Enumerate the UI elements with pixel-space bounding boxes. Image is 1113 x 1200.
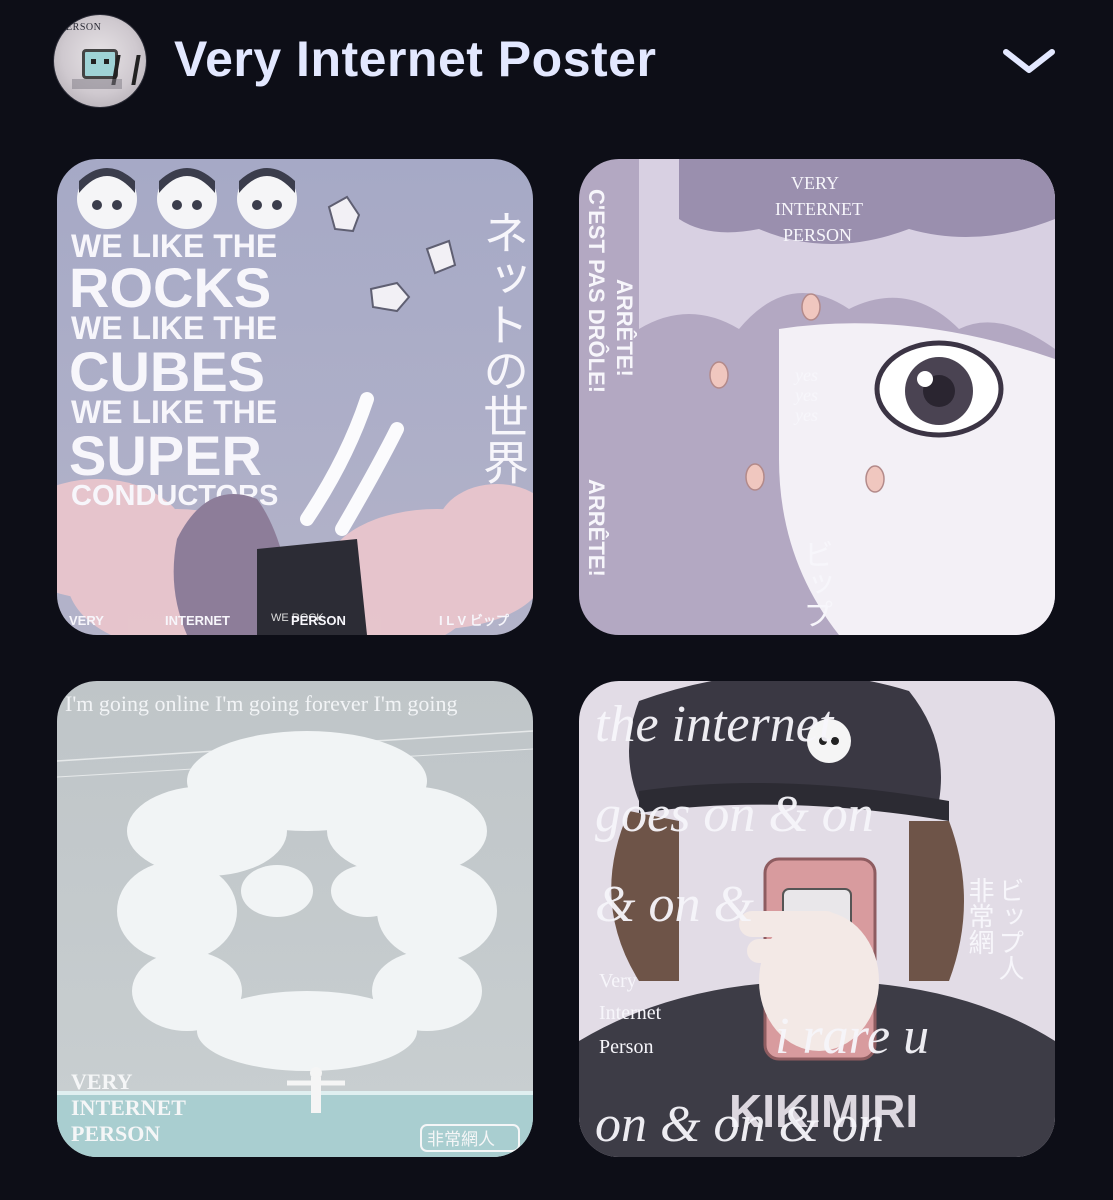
poster-rocks-cubes[interactable]: WE LIKE THE ROCKS WE LIKE THE CUBES WE L… [57, 159, 533, 635]
line-5: on & on & on [595, 1096, 884, 1153]
jp-vertical-text: ネットの世界 [476, 209, 530, 485]
footer-very: VERY [69, 613, 104, 628]
side-text-1: C'EST PAS DRÔLE! [584, 189, 609, 393]
credit-very: VERY [71, 1069, 133, 1094]
footer-jp: I L V ビップ [439, 613, 510, 628]
jp-col-2: 非常網 [964, 877, 994, 955]
poster-cloud-face[interactable]: I'm going online I'm going forever I'm g… [57, 681, 533, 1157]
chevron-down-icon[interactable] [1000, 42, 1058, 78]
credit-very: VERY [791, 173, 839, 193]
badge-text: 非常網人 [427, 1130, 495, 1150]
jp-vertical-text: ビップ [798, 539, 833, 629]
poster-internet-goes-on[interactable]: KIKIMIRI the internet goes on & on & on … [579, 681, 1055, 1157]
credit-internet: INTERNET [71, 1095, 186, 1120]
line-2: goes on & on [595, 786, 874, 843]
avatar[interactable]: PERSON [54, 15, 146, 107]
line-1: the internet [595, 696, 835, 753]
top-scroll-text: I'm going online I'm going forever I'm g… [65, 691, 458, 716]
poster-anime-eye[interactable]: VERY INTERNET PERSON yes yes yes C'EST P… [579, 159, 1055, 635]
line-3: & on & [595, 876, 754, 933]
footer-person: PERSON [291, 613, 346, 628]
profile-header: PERSON Very Internet Poster [0, 0, 1113, 130]
credit-internet: INTERNET [775, 199, 863, 219]
avatar-stripe [72, 79, 122, 89]
face-icons [77, 168, 297, 229]
credit-person: PERSON [783, 225, 852, 245]
yes-3: yes [793, 405, 818, 425]
credit-very: Very [599, 970, 637, 992]
side-text-3: ARRÊTE! [584, 479, 609, 577]
credit-person: Person [599, 1036, 653, 1058]
credit-person: PERSON [71, 1121, 160, 1146]
side-text-2: ARRÊTE! [612, 279, 637, 377]
credit-internet: Internet [599, 1002, 662, 1024]
headline-line-6: SUPER [69, 424, 262, 487]
page-title: Very Internet Poster [174, 31, 657, 87]
yes-2: yes [793, 385, 818, 405]
footer-internet: INTERNET [165, 613, 230, 628]
jp-col-1: ビップ人 [994, 877, 1024, 981]
yes-1: yes [793, 365, 818, 385]
avatar-text: PERSON [60, 22, 102, 33]
line-4: i rare u [775, 1008, 929, 1065]
